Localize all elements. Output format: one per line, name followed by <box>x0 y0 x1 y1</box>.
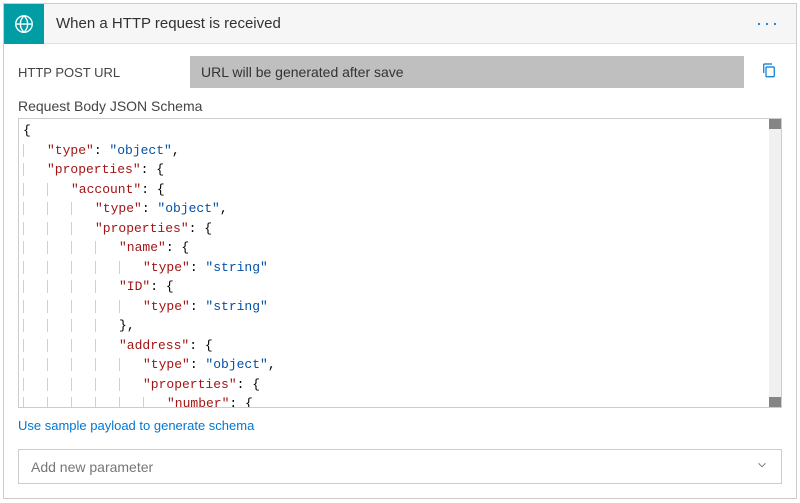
card-title: When a HTTP request is received <box>44 15 748 32</box>
card-header[interactable]: When a HTTP request is received ··· <box>4 4 796 44</box>
add-parameter-placeholder: Add new parameter <box>31 459 153 475</box>
code-line: "type": "string" <box>23 258 777 278</box>
trigger-card: When a HTTP request is received ··· HTTP… <box>3 3 797 499</box>
chevron-down-icon <box>755 458 769 475</box>
schema-editor[interactable]: {"type": "object","properties": {"accoun… <box>18 118 782 408</box>
scrollbar-thumb[interactable] <box>769 119 781 129</box>
code-line: "type": "object", <box>23 199 777 219</box>
code-line: "properties": { <box>23 160 777 180</box>
code-line: "type": "object", <box>23 141 777 161</box>
code-line: "number": { <box>23 394 777 408</box>
use-sample-payload-link[interactable]: Use sample payload to generate schema <box>18 418 254 433</box>
code-line: "address": { <box>23 336 777 356</box>
code-line: "type": "object", <box>23 355 777 375</box>
code-line: "properties": { <box>23 375 777 395</box>
code-line: }, <box>23 316 777 336</box>
more-button[interactable]: ··· <box>748 9 788 38</box>
code-line: { <box>23 121 777 141</box>
code-line: "name": { <box>23 238 777 258</box>
post-url-value: URL will be generated after save <box>190 56 744 88</box>
card-body: HTTP POST URL URL will be generated afte… <box>4 44 796 498</box>
scrollbar-thumb[interactable] <box>769 397 781 407</box>
scrollbar[interactable] <box>769 119 781 407</box>
post-url-row: HTTP POST URL URL will be generated afte… <box>18 56 782 88</box>
copy-icon[interactable] <box>756 57 782 88</box>
code-line: "account": { <box>23 180 777 200</box>
code-line: "ID": { <box>23 277 777 297</box>
code-line: "type": "string" <box>23 297 777 317</box>
code-line: "properties": { <box>23 219 777 239</box>
http-trigger-icon <box>4 4 44 44</box>
post-url-label: HTTP POST URL <box>18 65 178 80</box>
add-parameter-dropdown[interactable]: Add new parameter <box>18 449 782 484</box>
schema-label: Request Body JSON Schema <box>18 98 782 114</box>
